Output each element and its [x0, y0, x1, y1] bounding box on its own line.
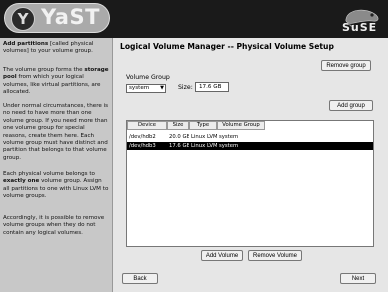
help-text: The volume group forms the [3, 67, 85, 73]
size-label: Size: [178, 84, 193, 91]
column-header-type[interactable]: Type [189, 121, 217, 130]
table-header: Device Size Type Volume Group [127, 121, 277, 130]
cell-type: Linux LVM [191, 143, 217, 149]
volume-group-value: system [129, 85, 150, 91]
yast-logo-icon: Y [11, 7, 35, 31]
cell-type: Linux LVM [191, 134, 217, 140]
table-row[interactable]: /dev/hdb2 20.0 GB Linux LVM system [127, 133, 373, 141]
help-text: from which your logical volumes, like vi… [3, 74, 101, 96]
column-header-device[interactable]: Device [127, 121, 167, 130]
size-value-field: 17.6 GB [195, 82, 229, 92]
help-pane[interactable]: Add partitions [called physical volumes]… [0, 38, 113, 292]
help-text: Each physical volume belongs to [3, 171, 95, 177]
cell-device: /dev/hdb3 [129, 143, 156, 149]
help-bold-text: exactly one [3, 178, 40, 185]
help-paragraph: Under normal circumstances, there is no … [3, 103, 109, 161]
column-header-size[interactable]: Size [167, 121, 189, 130]
yast-logo: Y YaST [4, 3, 110, 33]
volume-group-select[interactable]: system ▼ [126, 84, 166, 93]
help-paragraph: Accordingly, it is possible to remove vo… [3, 215, 105, 236]
remove-volume-button[interactable]: Remove Volume [248, 250, 302, 261]
column-header-volume-group[interactable]: Volume Group [217, 121, 265, 130]
next-button[interactable]: Next [340, 273, 376, 284]
remove-group-button[interactable]: Remove group [321, 60, 371, 71]
cell-size: 17.6 GB [169, 143, 189, 149]
help-bold-text: Add partitions [3, 41, 49, 47]
table-row-selected[interactable]: /dev/hdb3 17.6 GB Linux LVM system [127, 142, 373, 150]
back-button[interactable]: Back [122, 273, 158, 284]
help-paragraph: Each physical volume belongs to exactly … [3, 171, 109, 201]
help-paragraph: Add partitions [called physical volumes]… [3, 41, 109, 56]
cell-device: /dev/hdb2 [129, 134, 156, 140]
page-title: Logical Volume Manager -- Physical Volum… [120, 42, 334, 51]
help-paragraph: The volume group forms the storage pool … [3, 67, 109, 97]
add-group-button[interactable]: Add group [329, 100, 373, 111]
cell-volume-group: system [219, 143, 239, 149]
cell-volume-group: system [219, 134, 239, 140]
physical-volume-table[interactable]: Device Size Type Volume Group /dev/hdb2 … [126, 120, 374, 247]
yast-logo-text: YaST [41, 5, 100, 29]
cell-size: 20.0 GB [169, 134, 189, 140]
add-volume-button[interactable]: Add Volume [201, 250, 243, 261]
volume-group-label: Volume Group [126, 74, 170, 81]
chevron-down-icon: ▼ [160, 85, 164, 91]
suse-brand-text: SuSE [342, 21, 378, 34]
